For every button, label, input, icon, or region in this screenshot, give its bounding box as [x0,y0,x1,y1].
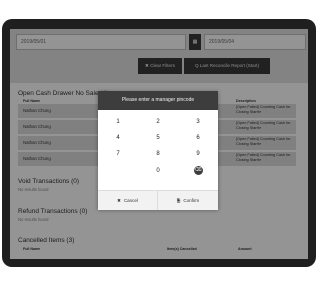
app-screen: 2019/05/01 ▦ 2019/05/04 ✖ Clear Filters … [10,29,308,259]
backspace-glyph: ⌫ [193,165,203,175]
keypad-key-7[interactable]: 7 [101,147,135,161]
keypad-key-1[interactable]: 1 [101,115,135,129]
keypad-key-4[interactable]: 4 [101,131,135,145]
keypad-key-6[interactable]: 6 [181,131,215,145]
confirm-button[interactable]: 🗎 Confirm [158,191,218,210]
keypad-key-0[interactable]: 0 [141,164,175,178]
keypad-key-5[interactable]: 5 [141,131,175,145]
keypad-key-9[interactable]: 9 [181,147,215,161]
confirm-label: Confirm [183,198,200,203]
cancel-label: Cancel [123,198,138,203]
keypad-key-8[interactable]: 8 [141,147,175,161]
dialog-footer: ✖ Cancel 🗎 Confirm [98,190,218,210]
keypad-key-2[interactable]: 2 [141,115,175,129]
close-icon: ✖ [117,198,121,203]
dialog-title: Please enter a manager pincode [98,91,218,110]
pincode-dialog: Please enter a manager pincode 1 2 3 4 5… [98,91,218,210]
cancel-button[interactable]: ✖ Cancel [98,191,158,210]
tablet-frame: 2019/05/01 ▦ 2019/05/04 ✖ Clear Filters … [2,19,316,267]
backspace-icon[interactable]: ⌫ [181,164,215,178]
save-icon: 🗎 [176,198,181,203]
keypad-key-3[interactable]: 3 [181,115,215,129]
